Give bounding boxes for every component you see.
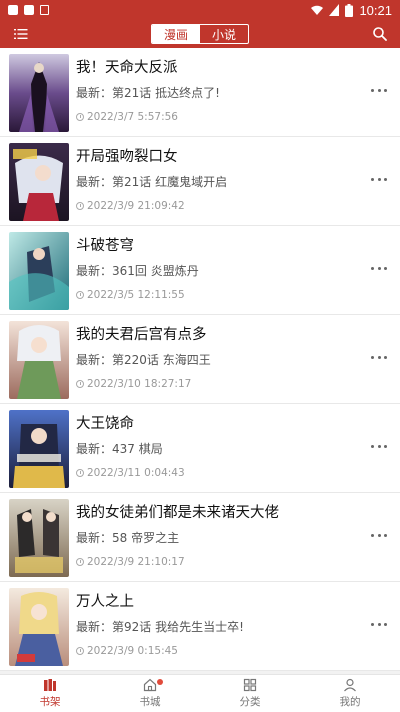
- comic-title: 斗破苍穹: [76, 238, 134, 254]
- search-icon[interactable]: [372, 26, 388, 42]
- nav-label: 我的: [339, 696, 361, 708]
- signal-icon: [329, 4, 340, 16]
- list-item[interactable]: 我的女徒弟们都是未来诸天大佬 最新：58 帝罗之主 2022/3/9 21:10…: [0, 493, 400, 582]
- notification-dot: [157, 679, 163, 685]
- nav-bookshelf[interactable]: 书架: [0, 675, 100, 712]
- bottom-nav: 书架 书城 分类 我的: [0, 674, 400, 712]
- update-time: 2022/3/11 0:04:43: [87, 467, 185, 479]
- list-item[interactable]: 斗破苍穹 最新：361回 炎盟炼丹 2022/3/5 12:11:55: [0, 226, 400, 315]
- comic-title: 我的女徒弟们都是未来诸天大佬: [76, 505, 279, 521]
- bookshelf-icon: [44, 679, 56, 691]
- more-options-icon[interactable]: [371, 172, 387, 186]
- notification-icon: [24, 5, 34, 15]
- latest-chapter: 最新：58 帝罗之主: [76, 531, 180, 545]
- menu-icon[interactable]: [14, 27, 28, 41]
- more-options-icon[interactable]: [371, 83, 387, 97]
- battery-icon: [345, 3, 354, 17]
- nav-bookstore[interactable]: 书城: [100, 675, 200, 712]
- status-time: 10:21: [359, 2, 392, 18]
- clock-icon: [76, 202, 84, 210]
- grid-icon: [243, 678, 257, 692]
- more-options-icon[interactable]: [371, 528, 387, 542]
- more-options-icon[interactable]: [371, 617, 387, 631]
- comic-title: 万人之上: [76, 594, 134, 610]
- wifi-icon: [311, 5, 324, 15]
- nav-category[interactable]: 分类: [200, 675, 300, 712]
- list-item[interactable]: 万人之上 最新：第92话 我给先生当士卒! 2022/3/9 0:15:45: [0, 582, 400, 671]
- more-options-icon[interactable]: [371, 439, 387, 453]
- notification-icon: [40, 5, 49, 15]
- list-item[interactable]: 我的夫君后宫有点多 最新：第220话 东海四王 2022/3/10 18:27:…: [0, 315, 400, 404]
- clock-icon: [76, 113, 84, 121]
- home-icon: [143, 678, 157, 692]
- comic-cover[interactable]: [9, 410, 69, 488]
- comic-cover[interactable]: [9, 321, 69, 399]
- clock-icon: [76, 380, 84, 388]
- latest-chapter: 最新：第220话 东海四王: [76, 353, 211, 367]
- list-item[interactable]: 大王饶命 最新：437 棋局 2022/3/11 0:04:43: [0, 404, 400, 493]
- comic-cover[interactable]: [9, 232, 69, 310]
- comic-title: 我！天命大反派: [76, 60, 178, 76]
- update-time: 2022/3/9 21:09:42: [87, 200, 185, 212]
- tab-novels[interactable]: 小说: [200, 25, 248, 43]
- comic-cover[interactable]: [9, 499, 69, 577]
- nav-label: 书城: [139, 696, 161, 708]
- status-bar: 10:21: [0, 0, 400, 20]
- update-time: 2022/3/9 0:15:45: [87, 645, 178, 657]
- content-type-switch: 漫画 小说: [151, 24, 249, 44]
- latest-chapter: 最新：第21话 抵达终点了!: [76, 86, 220, 100]
- comic-cover[interactable]: [9, 54, 69, 132]
- list-item[interactable]: 开局强吻裂口女 最新：第21话 红魔鬼域开启 2022/3/9 21:09:42: [0, 137, 400, 226]
- update-time: 2022/3/7 5:57:56: [87, 111, 178, 123]
- nav-mine[interactable]: 我的: [300, 675, 400, 712]
- update-time: 2022/3/10 18:27:17: [87, 378, 192, 390]
- comic-title: 大王饶命: [76, 416, 134, 432]
- more-options-icon[interactable]: [371, 261, 387, 275]
- nav-label: 书架: [39, 696, 61, 708]
- clock-icon: [76, 469, 84, 477]
- comic-cover[interactable]: [9, 588, 69, 666]
- update-time: 2022/3/5 12:11:55: [87, 289, 185, 301]
- comic-title: 我的夫君后宫有点多: [76, 327, 207, 343]
- latest-chapter: 最新：437 棋局: [76, 442, 163, 456]
- bookshelf-list: 我！天命大反派 最新：第21话 抵达终点了! 2022/3/7 5:57:56 …: [0, 48, 400, 674]
- tab-comics[interactable]: 漫画: [152, 25, 200, 43]
- list-item[interactable]: 我！天命大反派 最新：第21话 抵达终点了! 2022/3/7 5:57:56: [0, 48, 400, 137]
- latest-chapter: 最新：361回 炎盟炼丹: [76, 264, 199, 278]
- comic-title: 开局强吻裂口女: [76, 149, 178, 165]
- app-header: 漫画 小说: [0, 20, 400, 48]
- user-icon: [344, 678, 356, 692]
- clock-icon: [76, 291, 84, 299]
- more-options-icon[interactable]: [371, 350, 387, 364]
- latest-chapter: 最新：第21话 红魔鬼域开启: [76, 175, 228, 189]
- clock-icon: [76, 647, 84, 655]
- latest-chapter: 最新：第92话 我给先生当士卒!: [76, 620, 244, 634]
- nav-label: 分类: [239, 696, 261, 708]
- notification-icon: [8, 5, 18, 15]
- clock-icon: [76, 558, 84, 566]
- update-time: 2022/3/9 21:10:17: [87, 556, 185, 568]
- comic-cover[interactable]: [9, 143, 69, 221]
